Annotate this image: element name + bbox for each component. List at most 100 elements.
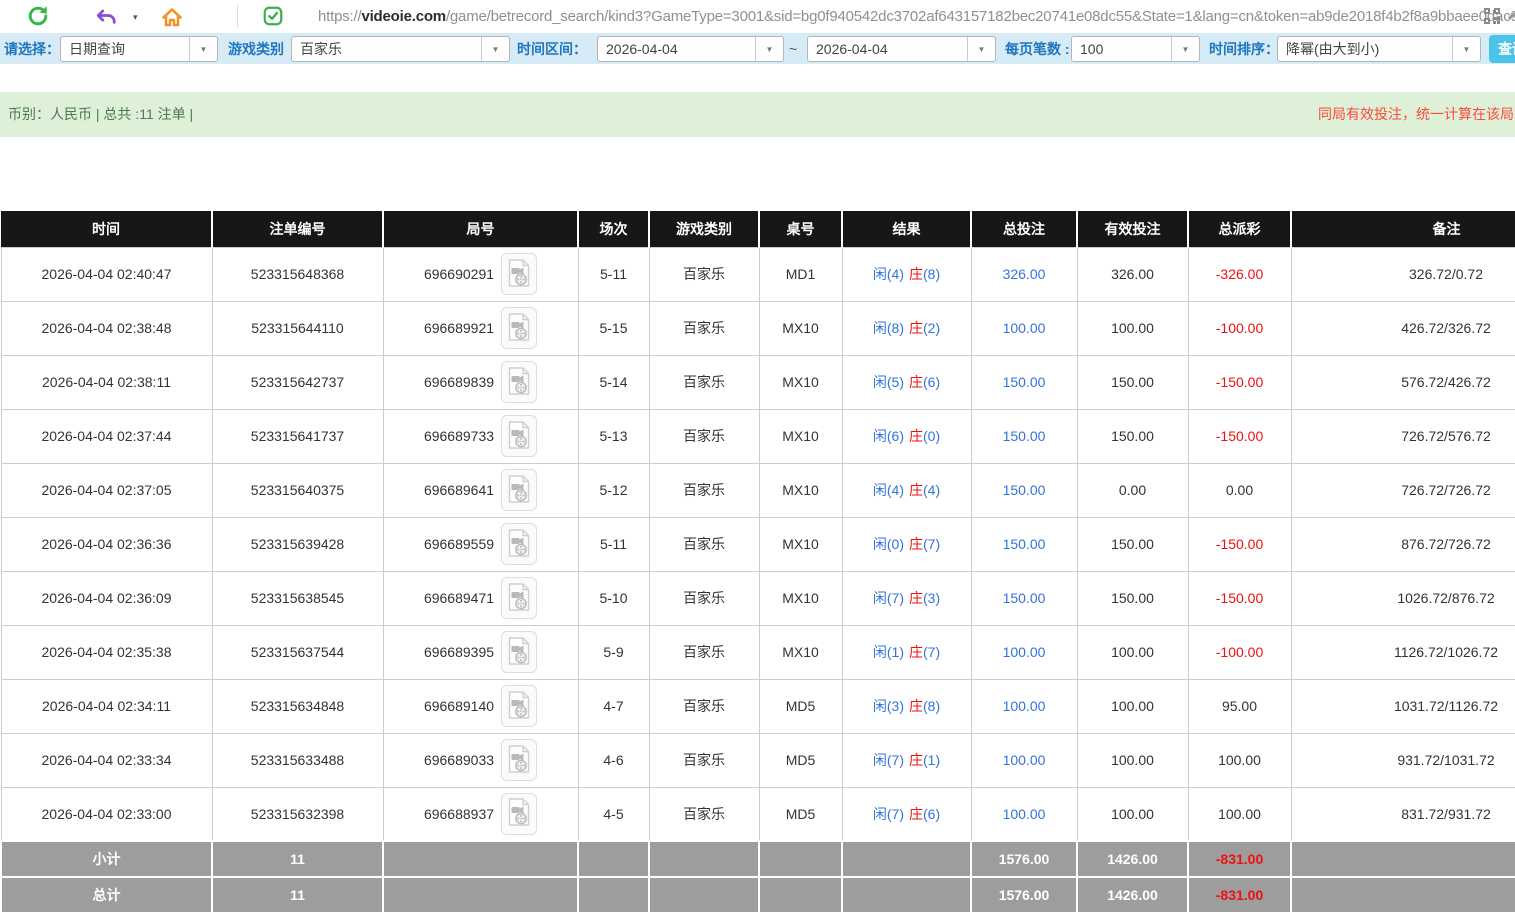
result-banker-score: (2): [923, 320, 941, 336]
cell-remark: 876.72/726.72: [1290, 516, 1515, 572]
date-to-select[interactable]: 2026-04-04 ▼: [807, 36, 996, 62]
video-file-icon: [507, 474, 531, 506]
qr-code-icon[interactable]: [1484, 8, 1500, 27]
cell-table-no: MX10: [758, 462, 843, 518]
subtotal-valid-bet: 1426.00: [1076, 840, 1189, 878]
video-replay-button[interactable]: [501, 361, 538, 403]
result-banker: 庄: [909, 428, 923, 444]
back-dropdown-caret-icon[interactable]: ▾: [133, 12, 138, 23]
date-from-select[interactable]: 2026-04-04 ▼: [597, 36, 784, 62]
home-button[interactable]: [160, 5, 184, 29]
per-page-select[interactable]: 100 ▼: [1071, 36, 1200, 62]
cell-table-no: MD5: [758, 786, 843, 842]
cell-remark: 576.72/426.72: [1290, 354, 1515, 410]
cell-total-bet: 150.00: [970, 462, 1078, 518]
cell-remark: 1126.72/1026.72: [1290, 624, 1515, 680]
cell-total-bet: 326.00: [970, 246, 1078, 302]
refresh-button[interactable]: [26, 5, 50, 29]
url-domain: videoie.com: [361, 8, 446, 25]
video-replay-button[interactable]: [501, 792, 538, 835]
home-icon: [160, 8, 184, 32]
result-player: 闲(7): [872, 805, 904, 822]
cell-valid-bet: 326.00: [1076, 246, 1189, 302]
chevron-down-icon[interactable]: ▼: [1452, 37, 1480, 61]
video-replay-button[interactable]: [501, 415, 538, 457]
cell-game-type: 百家乐: [648, 732, 760, 788]
cell-table-no: MD5: [758, 678, 843, 734]
cell-bet-id: 523315648368: [211, 246, 384, 302]
chevron-down-icon[interactable]: ▼: [755, 37, 783, 61]
refresh-icon: [27, 6, 49, 30]
cell-total-bet: 100.00: [970, 786, 1078, 842]
result-banker-score: (1): [923, 752, 941, 768]
video-file-icon: [507, 528, 531, 560]
round-number: 696689921: [423, 320, 495, 336]
column-header: 桌号: [758, 211, 842, 247]
cell-payout: 95.00: [1187, 678, 1292, 734]
cell-valid-bet: 100.00: [1076, 732, 1189, 788]
cell-payout: -150.00: [1187, 570, 1292, 626]
video-replay-button[interactable]: [501, 685, 538, 727]
cell-payout: -100.00: [1187, 624, 1292, 680]
cell-session: 5-11: [577, 516, 650, 572]
result-banker-score: (7): [923, 536, 941, 552]
query-type-select[interactable]: 日期查询 ▼: [60, 36, 218, 62]
column-header: 结果: [841, 211, 971, 247]
chevron-down-icon[interactable]: ▼: [967, 37, 995, 61]
cell-remark: 326.72/0.72: [1290, 246, 1515, 302]
column-header: 注单编号: [211, 211, 383, 247]
cell-time: 2026-04-04 02:35:38: [0, 624, 213, 680]
cell-round-id: 696690291: [382, 246, 579, 302]
cell-total-bet: 150.00: [970, 354, 1078, 410]
cell-session: 4-7: [577, 678, 650, 734]
video-replay-button[interactable]: [501, 631, 538, 673]
cell-result: 闲(0) 庄(7): [841, 516, 972, 572]
cell-table-no: MX10: [758, 516, 843, 572]
video-replay-button[interactable]: [501, 523, 538, 565]
video-replay-button[interactable]: [501, 307, 538, 349]
cell-payout: 100.00: [1187, 732, 1292, 788]
cell-game-type: 百家乐: [648, 570, 760, 626]
grand-total-valid-bet: 1426.00: [1076, 876, 1189, 914]
cell-valid-bet: 100.00: [1076, 678, 1189, 734]
video-replay-button[interactable]: [501, 469, 538, 511]
round-number: 696690291: [423, 266, 495, 282]
chevron-down-icon[interactable]: ▼: [189, 37, 217, 61]
cell-session: 5-11: [577, 246, 650, 302]
video-replay-button[interactable]: [501, 253, 538, 295]
game-category-select[interactable]: 百家乐 ▼: [291, 36, 510, 62]
round-number: 696689395: [423, 644, 495, 660]
chevron-down-icon[interactable]: ▼: [481, 37, 509, 61]
range-separator: ~: [789, 41, 798, 57]
video-replay-button[interactable]: [501, 739, 538, 781]
cell-bet-id: 523315632398: [211, 786, 384, 842]
video-file-icon: [507, 312, 531, 344]
cell-game-type: 百家乐: [648, 300, 760, 356]
round-number: 696689471: [423, 590, 495, 606]
cell-result: 闲(1) 庄(7): [841, 624, 972, 680]
cell-game-type: 百家乐: [648, 516, 760, 572]
query-type-value: 日期查询: [69, 41, 125, 57]
result-player: 闲(3): [872, 698, 904, 714]
time-sort-select[interactable]: 降幂(由大到小) ▼: [1277, 36, 1481, 62]
video-replay-button[interactable]: [501, 577, 538, 619]
round-number: 696689733: [423, 428, 495, 444]
grand-total-label: 总计: [0, 876, 213, 914]
cell-bet-id: 523315634848: [211, 678, 384, 734]
result-banker: 庄: [909, 536, 923, 552]
table-header-row: 时间 注单编号 局号 场次 游戏类别 桌号 结果 总投注 有效投注 总派彩 备注: [1, 211, 1515, 247]
url-path: /game/betrecord_search/kind3?GameType=30…: [445, 8, 1515, 25]
cell-valid-bet: 100.00: [1076, 300, 1189, 356]
cell-table-no: MX10: [758, 570, 843, 626]
browser-toolbar: ▾ https://videoie.com/game/betrecord_sea…: [0, 0, 1515, 33]
chevron-down-icon[interactable]: ▼: [1171, 37, 1199, 61]
valid-bet-notice: 同局有效投注，统一计算在该局第: [1318, 106, 1515, 122]
cell-round-id: 696689559: [382, 516, 579, 572]
cell-session: 4-5: [577, 786, 650, 842]
video-file-icon: [507, 420, 531, 452]
result-banker: 庄: [909, 266, 923, 282]
address-bar[interactable]: https://videoie.com/game/betrecord_searc…: [318, 0, 1515, 33]
search-button[interactable]: 查询: [1489, 35, 1515, 63]
security-shield-icon[interactable]: [262, 5, 284, 32]
back-button[interactable]: [94, 5, 118, 29]
